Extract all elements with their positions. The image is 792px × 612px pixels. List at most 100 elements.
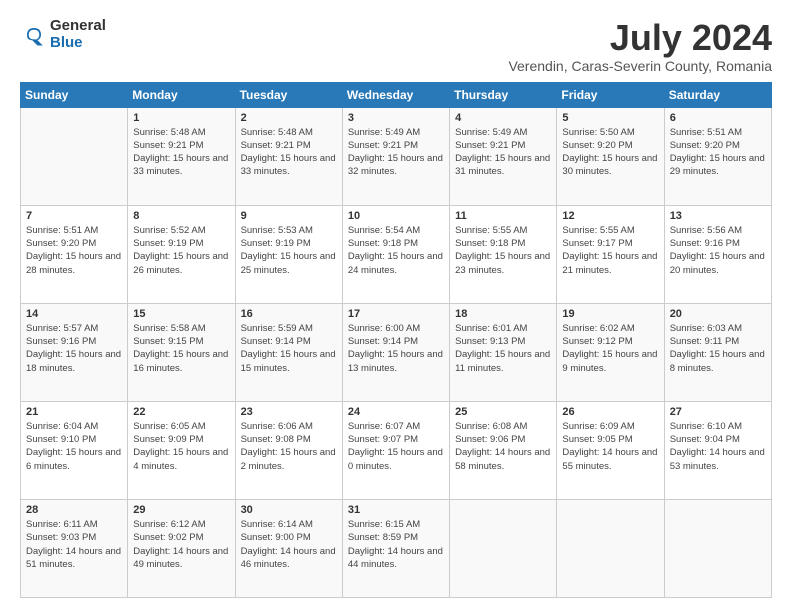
day-number: 22 <box>133 406 229 418</box>
logo-icon <box>20 21 48 49</box>
day-info: Sunrise: 6:03 AMSunset: 9:11 PMDaylight:… <box>670 322 766 375</box>
header: General Blue July 2024 Verendin, Caras-S… <box>20 18 772 74</box>
day-number: 5 <box>562 112 658 124</box>
table-row: 22 Sunrise: 6:05 AMSunset: 9:09 PMDaylig… <box>128 401 235 499</box>
day-number: 25 <box>455 406 551 418</box>
table-row: 6 Sunrise: 5:51 AMSunset: 9:20 PMDayligh… <box>664 107 771 205</box>
day-info: Sunrise: 6:00 AMSunset: 9:14 PMDaylight:… <box>348 322 444 375</box>
table-row: 15 Sunrise: 5:58 AMSunset: 9:15 PMDaylig… <box>128 303 235 401</box>
day-number: 14 <box>26 308 122 320</box>
table-row: 5 Sunrise: 5:50 AMSunset: 9:20 PMDayligh… <box>557 107 664 205</box>
table-row: 31 Sunrise: 6:15 AMSunset: 8:59 PMDaylig… <box>342 499 449 597</box>
table-row: 9 Sunrise: 5:53 AMSunset: 9:19 PMDayligh… <box>235 205 342 303</box>
table-row: 20 Sunrise: 6:03 AMSunset: 9:11 PMDaylig… <box>664 303 771 401</box>
header-friday: Friday <box>557 82 664 107</box>
day-info: Sunrise: 6:14 AMSunset: 9:00 PMDaylight:… <box>241 518 337 571</box>
day-info: Sunrise: 6:15 AMSunset: 8:59 PMDaylight:… <box>348 518 444 571</box>
day-number: 31 <box>348 504 444 516</box>
table-row: 23 Sunrise: 6:06 AMSunset: 9:08 PMDaylig… <box>235 401 342 499</box>
day-number: 12 <box>562 210 658 222</box>
header-wednesday: Wednesday <box>342 82 449 107</box>
calendar-week-4: 21 Sunrise: 6:04 AMSunset: 9:10 PMDaylig… <box>21 401 772 499</box>
header-tuesday: Tuesday <box>235 82 342 107</box>
logo-blue-text: Blue <box>50 35 106 52</box>
day-info: Sunrise: 6:04 AMSunset: 9:10 PMDaylight:… <box>26 420 122 473</box>
table-row: 18 Sunrise: 6:01 AMSunset: 9:13 PMDaylig… <box>450 303 557 401</box>
calendar-week-3: 14 Sunrise: 5:57 AMSunset: 9:16 PMDaylig… <box>21 303 772 401</box>
day-info: Sunrise: 5:58 AMSunset: 9:15 PMDaylight:… <box>133 322 229 375</box>
table-row: 30 Sunrise: 6:14 AMSunset: 9:00 PMDaylig… <box>235 499 342 597</box>
day-number: 24 <box>348 406 444 418</box>
logo-text: General Blue <box>50 18 106 51</box>
day-info: Sunrise: 5:54 AMSunset: 9:18 PMDaylight:… <box>348 224 444 277</box>
day-info: Sunrise: 5:55 AMSunset: 9:17 PMDaylight:… <box>562 224 658 277</box>
day-info: Sunrise: 6:12 AMSunset: 9:02 PMDaylight:… <box>133 518 229 571</box>
day-info: Sunrise: 5:57 AMSunset: 9:16 PMDaylight:… <box>26 322 122 375</box>
day-info: Sunrise: 5:48 AMSunset: 9:21 PMDaylight:… <box>133 126 229 179</box>
day-info: Sunrise: 6:02 AMSunset: 9:12 PMDaylight:… <box>562 322 658 375</box>
calendar-header-row: Sunday Monday Tuesday Wednesday Thursday… <box>21 82 772 107</box>
table-row: 13 Sunrise: 5:56 AMSunset: 9:16 PMDaylig… <box>664 205 771 303</box>
table-row: 19 Sunrise: 6:02 AMSunset: 9:12 PMDaylig… <box>557 303 664 401</box>
table-row: 26 Sunrise: 6:09 AMSunset: 9:05 PMDaylig… <box>557 401 664 499</box>
day-info: Sunrise: 5:50 AMSunset: 9:20 PMDaylight:… <box>562 126 658 179</box>
title-block: July 2024 Verendin, Caras-Severin County… <box>508 18 772 74</box>
day-number: 28 <box>26 504 122 516</box>
day-number: 21 <box>26 406 122 418</box>
day-info: Sunrise: 6:10 AMSunset: 9:04 PMDaylight:… <box>670 420 766 473</box>
table-row <box>450 499 557 597</box>
table-row: 27 Sunrise: 6:10 AMSunset: 9:04 PMDaylig… <box>664 401 771 499</box>
table-row: 1 Sunrise: 5:48 AMSunset: 9:21 PMDayligh… <box>128 107 235 205</box>
table-row: 2 Sunrise: 5:48 AMSunset: 9:21 PMDayligh… <box>235 107 342 205</box>
day-number: 15 <box>133 308 229 320</box>
day-number: 26 <box>562 406 658 418</box>
table-row: 17 Sunrise: 6:00 AMSunset: 9:14 PMDaylig… <box>342 303 449 401</box>
day-number: 1 <box>133 112 229 124</box>
logo-general-text: General <box>50 18 106 35</box>
table-row <box>664 499 771 597</box>
header-saturday: Saturday <box>664 82 771 107</box>
table-row <box>21 107 128 205</box>
day-info: Sunrise: 6:05 AMSunset: 9:09 PMDaylight:… <box>133 420 229 473</box>
day-number: 19 <box>562 308 658 320</box>
day-number: 13 <box>670 210 766 222</box>
day-info: Sunrise: 5:59 AMSunset: 9:14 PMDaylight:… <box>241 322 337 375</box>
day-number: 18 <box>455 308 551 320</box>
day-info: Sunrise: 5:51 AMSunset: 9:20 PMDaylight:… <box>26 224 122 277</box>
day-number: 10 <box>348 210 444 222</box>
day-number: 11 <box>455 210 551 222</box>
day-info: Sunrise: 6:06 AMSunset: 9:08 PMDaylight:… <box>241 420 337 473</box>
day-info: Sunrise: 5:56 AMSunset: 9:16 PMDaylight:… <box>670 224 766 277</box>
calendar-week-1: 1 Sunrise: 5:48 AMSunset: 9:21 PMDayligh… <box>21 107 772 205</box>
header-thursday: Thursday <box>450 82 557 107</box>
subtitle: Verendin, Caras-Severin County, Romania <box>508 58 772 74</box>
day-number: 8 <box>133 210 229 222</box>
month-title: July 2024 <box>508 18 772 58</box>
page: General Blue July 2024 Verendin, Caras-S… <box>0 0 792 612</box>
day-number: 2 <box>241 112 337 124</box>
day-info: Sunrise: 6:11 AMSunset: 9:03 PMDaylight:… <box>26 518 122 571</box>
table-row: 11 Sunrise: 5:55 AMSunset: 9:18 PMDaylig… <box>450 205 557 303</box>
table-row: 14 Sunrise: 5:57 AMSunset: 9:16 PMDaylig… <box>21 303 128 401</box>
day-number: 30 <box>241 504 337 516</box>
table-row: 12 Sunrise: 5:55 AMSunset: 9:17 PMDaylig… <box>557 205 664 303</box>
day-number: 3 <box>348 112 444 124</box>
table-row <box>557 499 664 597</box>
day-info: Sunrise: 5:49 AMSunset: 9:21 PMDaylight:… <box>455 126 551 179</box>
day-info: Sunrise: 6:09 AMSunset: 9:05 PMDaylight:… <box>562 420 658 473</box>
table-row: 28 Sunrise: 6:11 AMSunset: 9:03 PMDaylig… <box>21 499 128 597</box>
day-number: 29 <box>133 504 229 516</box>
day-info: Sunrise: 6:08 AMSunset: 9:06 PMDaylight:… <box>455 420 551 473</box>
day-info: Sunrise: 6:01 AMSunset: 9:13 PMDaylight:… <box>455 322 551 375</box>
day-info: Sunrise: 5:52 AMSunset: 9:19 PMDaylight:… <box>133 224 229 277</box>
table-row: 8 Sunrise: 5:52 AMSunset: 9:19 PMDayligh… <box>128 205 235 303</box>
day-number: 16 <box>241 308 337 320</box>
table-row: 29 Sunrise: 6:12 AMSunset: 9:02 PMDaylig… <box>128 499 235 597</box>
calendar-week-2: 7 Sunrise: 5:51 AMSunset: 9:20 PMDayligh… <box>21 205 772 303</box>
day-number: 6 <box>670 112 766 124</box>
table-row: 7 Sunrise: 5:51 AMSunset: 9:20 PMDayligh… <box>21 205 128 303</box>
table-row: 10 Sunrise: 5:54 AMSunset: 9:18 PMDaylig… <box>342 205 449 303</box>
day-number: 23 <box>241 406 337 418</box>
calendar-week-5: 28 Sunrise: 6:11 AMSunset: 9:03 PMDaylig… <box>21 499 772 597</box>
day-info: Sunrise: 5:55 AMSunset: 9:18 PMDaylight:… <box>455 224 551 277</box>
